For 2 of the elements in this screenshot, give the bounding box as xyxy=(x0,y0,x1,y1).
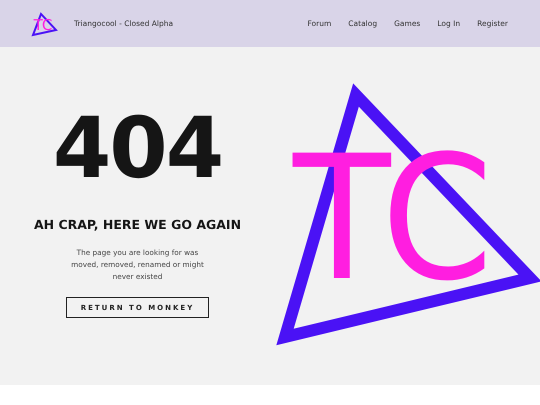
error-code: 404 xyxy=(52,106,222,190)
error-heading: AH CRAP, HERE WE GO AGAIN xyxy=(34,216,242,234)
